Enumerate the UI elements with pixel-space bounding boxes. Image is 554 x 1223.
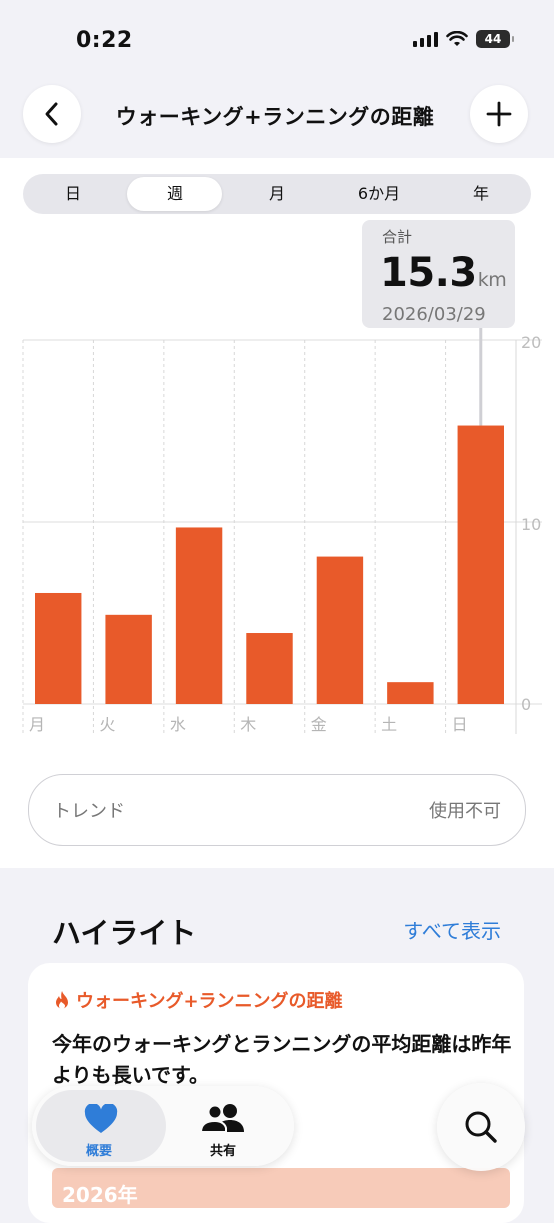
tab-bar: 概要 共有 (32, 1086, 294, 1166)
callout-value: 15.3 (380, 250, 477, 296)
highlight-text: 今年のウォーキングとランニングの平均距離は昨年よりも長いです。 (52, 1032, 512, 1087)
callout-unit: km (477, 269, 507, 291)
flame-icon (56, 991, 68, 1010)
chevron-left-icon (45, 102, 58, 126)
distance-bar-chart[interactable]: 0 10 20 月 火 水 木 金 土 日 (0, 320, 554, 740)
cellular-signal-icon (413, 31, 438, 47)
battery-icon: 44 (476, 30, 514, 48)
highlight-year-bar: 2026年 (52, 1168, 510, 1208)
highlights-title: ハイライト (52, 916, 197, 950)
segment-6months[interactable]: 6か月 (329, 174, 429, 214)
segment-week[interactable]: 週 (125, 174, 225, 214)
chart-bar (175, 527, 223, 704)
callout-value-row: 15.3km (380, 250, 507, 296)
page-title: ウォーキング+ランニングの距離 (115, 105, 435, 129)
heart-icon (84, 1104, 118, 1133)
callout-label: 合計 (382, 228, 413, 246)
trend-row[interactable]: トレンド 使用不可 (28, 774, 526, 846)
status-icons: 44 (413, 30, 514, 48)
highlight-category: ウォーキング+ランニングの距離 (76, 991, 343, 1012)
search-icon (465, 1111, 497, 1143)
back-button[interactable] (23, 85, 81, 143)
chart-bar (35, 592, 82, 704)
x-tick-label: 火 (99, 715, 115, 734)
y-tick-label: 20 (521, 333, 541, 352)
highlight-card-header: ウォーキング+ランニングの距離 (54, 987, 343, 1013)
people-icon[interactable] (200, 1103, 246, 1133)
selection-callout: 合計 15.3km 2026/03/29 (362, 220, 515, 328)
chart-bar (246, 633, 293, 704)
segment-day[interactable]: 日 (23, 174, 123, 214)
search-button[interactable] (437, 1083, 525, 1171)
x-tick-label: 木 (240, 715, 256, 734)
plus-icon (486, 101, 512, 127)
tab-summary-label: 概要 (86, 1144, 113, 1159)
period-segmented-control: 日 週 月 6か月 年 (23, 174, 531, 214)
chart-bar (316, 556, 364, 704)
y-tick-label: 0 (521, 695, 531, 714)
chart-bar (457, 425, 504, 704)
tab-summary[interactable]: 概要 (36, 1090, 166, 1162)
trend-label: トレンド (53, 801, 125, 822)
wifi-icon (446, 31, 468, 46)
see-all-link[interactable]: すべて表示 (403, 915, 501, 944)
chart-bar (387, 682, 434, 704)
segment-month[interactable]: 月 (227, 174, 327, 214)
trend-value: 使用不可 (429, 801, 501, 822)
status-time: 0:22 (76, 28, 133, 53)
x-tick-label: 土 (381, 715, 397, 734)
tab-sharing-label[interactable]: 共有 (210, 1140, 236, 1159)
x-tick-label: 日 (452, 715, 468, 734)
add-data-button[interactable] (470, 85, 528, 143)
x-tick-label: 金 (311, 715, 327, 734)
x-tick-label: 月 (29, 715, 45, 734)
x-tick-label: 水 (170, 715, 186, 734)
segment-year[interactable]: 年 (431, 174, 531, 214)
y-tick-label: 10 (521, 515, 541, 534)
chart-bar (105, 614, 152, 704)
